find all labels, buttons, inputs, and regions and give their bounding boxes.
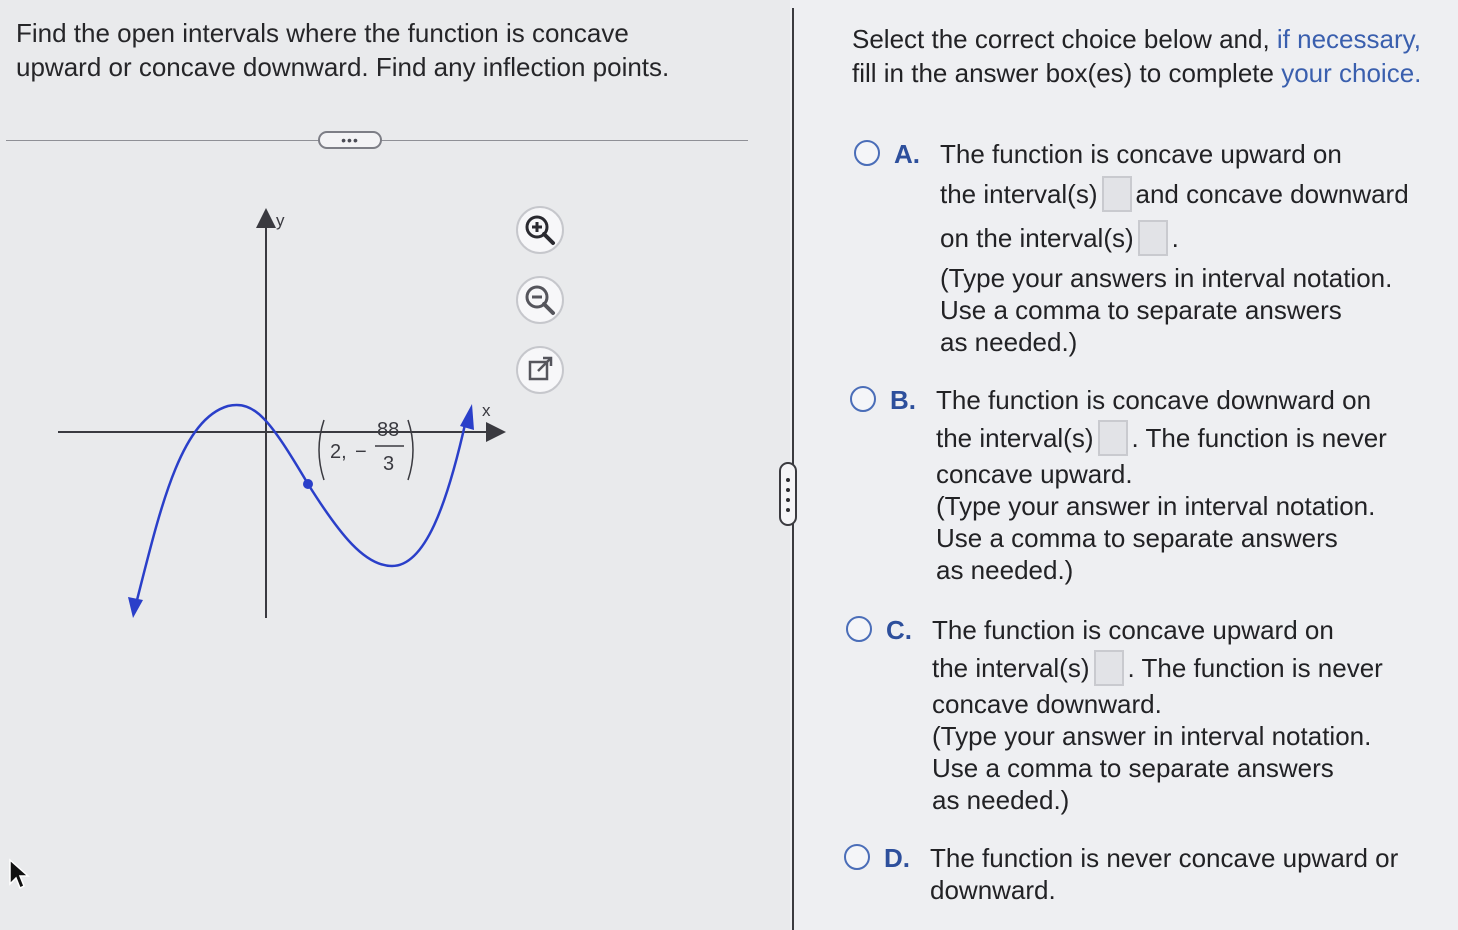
choice-a-hint: as needed.) <box>940 327 1078 358</box>
choice-c-hint: as needed.) <box>932 785 1070 816</box>
choice-c-line: . The function is never <box>1127 653 1383 683</box>
point-label: 2, − 88 3 <box>318 419 414 481</box>
point-label-denominator: 3 <box>383 453 394 475</box>
inflection-point <box>303 479 313 489</box>
choice-a-radio[interactable] <box>854 140 880 166</box>
choice-d-line: The function is never concave upward or <box>930 843 1399 873</box>
choice-c-hint: (Type your answer in interval notation. <box>932 721 1372 752</box>
popout-button[interactable] <box>516 346 564 394</box>
choice-c-line: the interval(s) <box>932 653 1090 683</box>
choice-c-hint: Use a comma to separate answers <box>932 753 1334 784</box>
instructions-text: Select the correct choice below and, <box>852 24 1277 54</box>
question-line: Find the open intervals where the functi… <box>16 18 629 48</box>
curve-arrow-left <box>128 597 143 618</box>
choice-b-hint: Use a comma to separate answers <box>936 523 1338 554</box>
curve-arrow-right <box>460 404 474 430</box>
zoom-in-button[interactable] <box>516 206 564 254</box>
choice-d-line: downward. <box>930 875 1056 905</box>
y-axis-label: y <box>276 211 285 230</box>
concave-down-only-interval-input[interactable] <box>1097 420 1128 457</box>
point-label-minus: − <box>355 441 367 463</box>
pane-resize-handle[interactable] <box>779 462 797 526</box>
choice-d-letter: D. <box>884 843 910 873</box>
more-options-button[interactable]: ••• <box>318 131 382 149</box>
question-line: upward or concave downward. Find any inf… <box>16 52 670 82</box>
choice-b-line: . The function is never <box>1131 423 1387 453</box>
choice-c-line: The function is concave upward on <box>932 615 1334 645</box>
zoom-in-icon <box>525 215 555 245</box>
mouse-cursor-icon <box>9 858 30 890</box>
choice-b-radio[interactable] <box>850 386 876 412</box>
concave-up-only-interval-input[interactable] <box>1093 650 1124 687</box>
zoom-out-button[interactable] <box>516 276 564 324</box>
choice-b-hint: as needed.) <box>936 555 1074 586</box>
choice-a-line: and concave downward <box>1135 179 1409 209</box>
point-label-numerator: 88 <box>377 419 399 441</box>
point-label-x: 2, <box>330 441 347 463</box>
zoom-out-icon <box>525 285 555 315</box>
instructions-highlight: your choice. <box>1281 58 1422 88</box>
choice-a-letter: A. <box>894 139 920 169</box>
instructions-highlight: if necessary, <box>1276 24 1421 54</box>
choice-b-hint: (Type your answer in interval notation. <box>936 491 1376 522</box>
choice-b-letter: B. <box>890 385 916 415</box>
choice-a-line: the interval(s) <box>940 179 1098 209</box>
instructions-text: fill in the answer box(es) to complete <box>852 58 1282 88</box>
concave-up-interval-input[interactable] <box>1101 176 1132 213</box>
x-axis-label: x <box>482 401 491 420</box>
instructions: Select the correct choice below and, if … <box>852 22 1452 90</box>
choice-d-radio[interactable] <box>844 844 870 870</box>
popout-icon <box>528 356 553 381</box>
choice-b-line: The function is concave downward on <box>936 385 1372 415</box>
choice-c-letter: C. <box>886 615 912 645</box>
choice-c-line: concave downward. <box>932 689 1162 720</box>
choice-c-radio[interactable] <box>846 616 872 642</box>
function-graph: x y 2, − 88 3 <box>58 208 506 618</box>
choice-a-hint: Use a comma to separate answers <box>940 295 1342 326</box>
function-curve <box>134 403 468 605</box>
concave-down-interval-input[interactable] <box>1137 220 1168 257</box>
choice-a-hint: (Type your answers in interval notation. <box>940 263 1393 294</box>
choice-b-line: the interval(s) <box>936 423 1094 453</box>
choice-b-line: concave upward. <box>936 459 1133 490</box>
choice-a-line: . <box>1171 223 1179 254</box>
question-text: Find the open intervals where the functi… <box>16 16 736 84</box>
choice-a-line: on the interval(s) <box>940 223 1134 254</box>
choice-a-line: The function is concave upward on <box>940 139 1342 169</box>
